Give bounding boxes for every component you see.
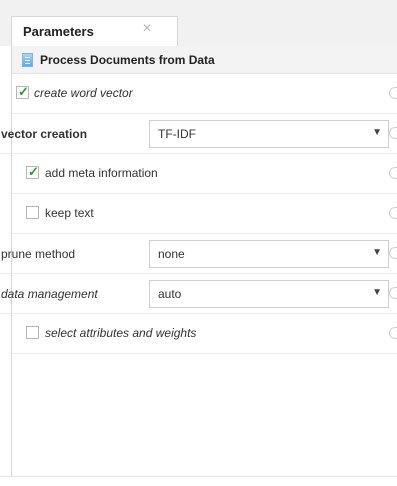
help-icon[interactable] [389,327,397,339]
data-management-value: auto [158,287,182,301]
tab-bar: Parameters × [0,0,397,46]
keep-text-checkbox[interactable] [26,206,39,219]
operator-header: Process Documents from Data [12,46,397,74]
help-icon[interactable] [389,87,397,99]
create-word-vector-checkbox[interactable] [16,84,30,100]
add-meta-information-label: add meta information [45,166,158,180]
select-attributes-and-weights-checkbox[interactable] [26,326,39,339]
param-keep-text[interactable]: keep text [12,194,397,234]
document-icon [22,53,33,67]
param-create-word-vector[interactable]: create word vector [12,74,397,114]
help-icon[interactable] [389,287,397,299]
select-attributes-and-weights-label: select attributes and weights [45,326,197,340]
vector-creation-label: vector creation [1,127,88,141]
close-icon[interactable]: × [139,21,155,37]
param-vector-creation: vector creation TF-IDF ▼ [1,114,397,154]
add-meta-information-checkbox[interactable] [26,164,40,180]
vector-creation-value: TF-IDF [158,127,196,141]
param-data-management: data management auto ▼ [1,274,397,314]
tab-parameters[interactable]: Parameters × [11,16,178,46]
keep-text-label: keep text [45,206,94,220]
prune-method-value: none [158,247,185,261]
chevron-down-icon: ▼ [372,127,382,138]
chevron-down-icon: ▼ [372,287,382,298]
help-icon[interactable] [389,167,397,179]
create-word-vector-label: create word vector [34,86,133,100]
chevron-down-icon: ▼ [372,247,382,258]
tab-label: Parameters [23,24,94,39]
vector-creation-select[interactable]: TF-IDF ▼ [149,120,389,148]
panel-footer [0,476,397,486]
parameters-panel: Process Documents from Data create word … [1,46,397,476]
help-icon[interactable] [389,207,397,219]
data-management-select[interactable]: auto ▼ [149,280,389,308]
prune-method-select[interactable]: none ▼ [149,240,389,268]
help-icon[interactable] [389,127,397,139]
param-add-meta-information[interactable]: add meta information [12,154,397,194]
operator-title: Process Documents from Data [40,53,215,67]
prune-method-label: prune method [1,247,76,261]
data-management-label: data management [1,287,98,301]
help-icon[interactable] [389,247,397,259]
param-select-attributes-and-weights[interactable]: select attributes and weights [12,314,397,354]
param-prune-method: prune method none ▼ [1,234,397,274]
